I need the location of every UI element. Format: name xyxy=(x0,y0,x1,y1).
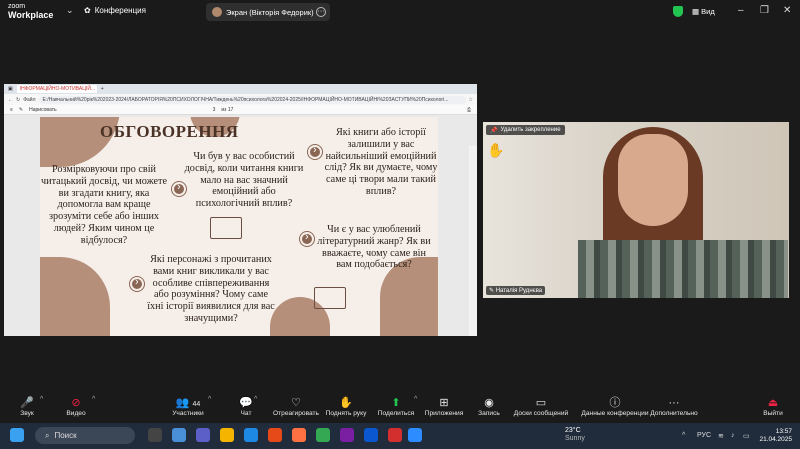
system-clock[interactable]: 13:57 21.04.2025 xyxy=(756,428,792,444)
viber-icon[interactable] xyxy=(340,428,354,442)
windows-taskbar: ⌕ Поиск 23°C Sunny ^ РУС ≋ ♪ ▭ 13:57 21.… xyxy=(0,423,800,449)
meeting-toolbar: 🎤 Звук ^ ⊘ Видео ^ 👥 44 Участники ^ 💬 Чат ^ … xyxy=(0,393,800,423)
participant-video[interactable]: 📌 Удалить закрепление ✋ ✎ Наталія Руднєв… xyxy=(483,122,789,298)
arrow-icon xyxy=(130,276,144,291)
video-button[interactable]: ⊘ Видео xyxy=(44,396,108,417)
close-icon[interactable]: ✕ xyxy=(783,5,791,16)
arrow-icon xyxy=(300,231,314,246)
book-icon xyxy=(314,287,346,309)
raised-hand-icon: ✋ xyxy=(487,142,505,158)
chevron-up-icon[interactable]: ^ xyxy=(92,396,95,403)
page-count: из 17 xyxy=(221,106,234,113)
weather-widget[interactable]: 23°C Sunny xyxy=(565,427,585,443)
browser-tab-strip: ▣ ІНФОРМАЦІЙНО-МОТИВАЦІЙ... + xyxy=(4,84,477,94)
minimize-icon[interactable]: – xyxy=(738,5,744,16)
wifi-icon[interactable]: ≋ xyxy=(718,432,724,440)
office-icon[interactable] xyxy=(268,428,282,442)
mic-muted-icon: ✎ xyxy=(489,288,496,294)
question-4: Чи є у вас улюблений літературний жанр? … xyxy=(317,224,431,271)
menu-icon[interactable]: ≡ xyxy=(10,107,13,113)
file-label: Файл xyxy=(23,96,36,103)
shared-screen: ▣ ІНФОРМАЦІЙНО-МОТИВАЦІЙ... + ← ↻ Файл E… xyxy=(4,84,477,336)
more-icon: ··· xyxy=(668,397,680,409)
unpin-button[interactable]: 📌 Удалить закрепление xyxy=(486,125,565,135)
question-2: Чи був у вас особистий досвід, коли чита… xyxy=(184,151,304,210)
shield-icon[interactable] xyxy=(673,6,683,17)
page-number[interactable]: 3 xyxy=(213,107,216,113)
zoom-taskbar-icon[interactable] xyxy=(408,428,422,442)
more-button[interactable]: ··· Дополнительно xyxy=(642,396,706,417)
book-icon xyxy=(210,217,242,239)
grid-icon: ▦ xyxy=(692,7,702,16)
people-icon: ✿ xyxy=(84,6,91,15)
file-explorer-icon[interactable] xyxy=(220,428,234,442)
question-3: Які книги або історії залишили у вас най… xyxy=(324,127,438,197)
chevron-down-icon[interactable]: ⌄ xyxy=(66,5,74,16)
task-view-icon[interactable] xyxy=(148,428,162,442)
new-tab-icon[interactable]: + xyxy=(101,86,104,92)
avatar xyxy=(212,7,222,17)
word-icon[interactable] xyxy=(364,428,378,442)
chevron-up-icon[interactable]: ^ xyxy=(40,396,43,403)
whiteboards-button[interactable]: ▭ Доски сообщений xyxy=(509,396,573,417)
volume-icon[interactable]: ♪ xyxy=(731,432,735,439)
question-1: Розмірковуючи про свій читацький досвід,… xyxy=(41,164,167,246)
scrollbar[interactable] xyxy=(469,146,477,336)
draw-button[interactable]: Нарисовать xyxy=(29,107,56,113)
edge-icon[interactable] xyxy=(244,428,258,442)
back-icon[interactable]: ← xyxy=(8,97,13,103)
refresh-icon[interactable]: ↻ xyxy=(16,97,20,103)
search-icon: ⌕ xyxy=(45,430,50,440)
draw-icon[interactable]: ✎ xyxy=(19,107,23,113)
chevron-up-icon[interactable]: ^ xyxy=(682,432,685,439)
browser-tab[interactable]: ІНФОРМАЦІЙНО-МОТИВАЦІЙ... xyxy=(16,85,97,93)
zoom-logo: zoom Workplace xyxy=(8,3,54,20)
leave-icon: ⏏ xyxy=(767,397,779,409)
more-icon[interactable]: ··· xyxy=(316,7,326,17)
participants-icon: 👥 xyxy=(175,397,190,409)
conference-info-button[interactable]: ✿ Конференция xyxy=(84,6,146,15)
view-button[interactable]: ▦ Вид xyxy=(692,7,715,16)
leave-button[interactable]: ⏏ Выйти xyxy=(745,396,800,417)
star-icon[interactable]: ☆ xyxy=(469,97,473,103)
address-bar: ← ↻ Файл E:/Навчальний%20рік%202023-2024… xyxy=(4,94,477,105)
chrome-icon[interactable] xyxy=(316,428,330,442)
pin-icon: 📌 xyxy=(490,127,498,134)
firefox-icon[interactable] xyxy=(292,428,306,442)
screen-share-indicator[interactable]: Экран (Вікторія Федорик) ··· xyxy=(206,3,330,21)
language-indicator[interactable]: РУС xyxy=(697,432,711,439)
battery-icon[interactable]: ▭ xyxy=(743,432,750,440)
teams-icon[interactable] xyxy=(196,428,210,442)
pdf-toolbar: ≡ ✎ Нарисовать 3 из 17 ⎙ xyxy=(4,105,477,115)
zoom-top-bar: zoom Workplace ⌄ ✿ Конференция Экран (Ві… xyxy=(0,0,800,24)
chevron-up-icon[interactable]: ^ xyxy=(254,396,257,403)
whiteboard-icon: ▭ xyxy=(535,397,547,409)
restore-icon[interactable]: ❐ xyxy=(760,5,769,16)
print-icon[interactable]: ⎙ xyxy=(467,107,471,113)
copilot-icon[interactable] xyxy=(172,428,186,442)
chevron-up-icon[interactable]: ^ xyxy=(208,396,211,403)
pdf-app-icon[interactable] xyxy=(388,428,402,442)
url-field[interactable]: E:/Навчальний%20рік%202023-2024/ЛАБОРАТО… xyxy=(38,95,466,104)
slide-title: ОБГОВОРЕННЯ xyxy=(100,122,239,141)
browser-icon: ▣ xyxy=(8,86,13,92)
arrow-icon xyxy=(308,144,322,159)
question-5: Які персонажі з прочитаних вами книг вик… xyxy=(147,254,275,324)
windows-start-icon[interactable] xyxy=(10,428,24,442)
pdf-viewer: ОБГОВОРЕННЯ Розмірковуючи про свій читац… xyxy=(4,115,477,336)
search-box[interactable]: ⌕ Поиск xyxy=(35,427,135,444)
participant-name: ✎ Наталія Руднєва xyxy=(486,286,546,295)
presentation-slide: ОБГОВОРЕННЯ Розмірковуючи про свій читац… xyxy=(40,117,438,336)
